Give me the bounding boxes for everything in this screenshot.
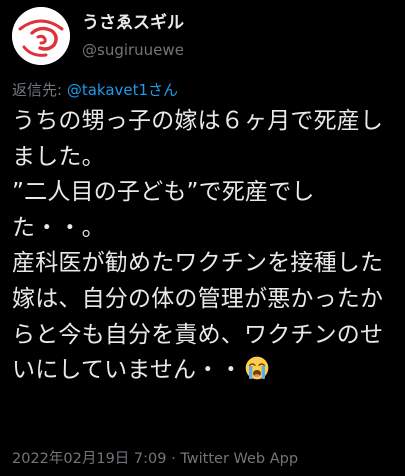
tweet-meta: 2022年02月19日 7:09 · Twitter Web App [12, 449, 298, 469]
loudly-crying-face-icon [245, 356, 268, 380]
meta-separator: · [166, 451, 181, 467]
avatar-logo-icon [12, 7, 70, 65]
tweet-header: うさゑスギル @sugiruuewe [12, 6, 184, 66]
tweet-date[interactable]: 2022年02月19日 7:09 [12, 451, 166, 467]
tweet-body: うちの甥っ子の嫁は６ヶ月で死産しました。 ”二人目の子ども”で死産でした・・。 … [12, 104, 398, 389]
display-name[interactable]: うさゑスギル [82, 11, 184, 35]
user-handle[interactable]: @sugiruuewe [82, 39, 184, 61]
reply-context: 返信先: @takavet1さん [12, 80, 178, 100]
tweet: うさゑスギル @sugiruuewe 返信先: @takavet1さん うちの甥… [0, 0, 405, 476]
tweet-source[interactable]: Twitter Web App [180, 451, 298, 467]
reply-prefix: 返信先: [12, 81, 67, 99]
user-names: うさゑスギル @sugiruuewe [82, 11, 184, 61]
reply-mention-link[interactable]: @takavet1さん [67, 81, 178, 99]
tweet-body-text: うちの甥っ子の嫁は６ヶ月で死産しました。 ”二人目の子ども”で死産でした・・。 … [12, 108, 384, 384]
avatar[interactable] [12, 7, 70, 65]
